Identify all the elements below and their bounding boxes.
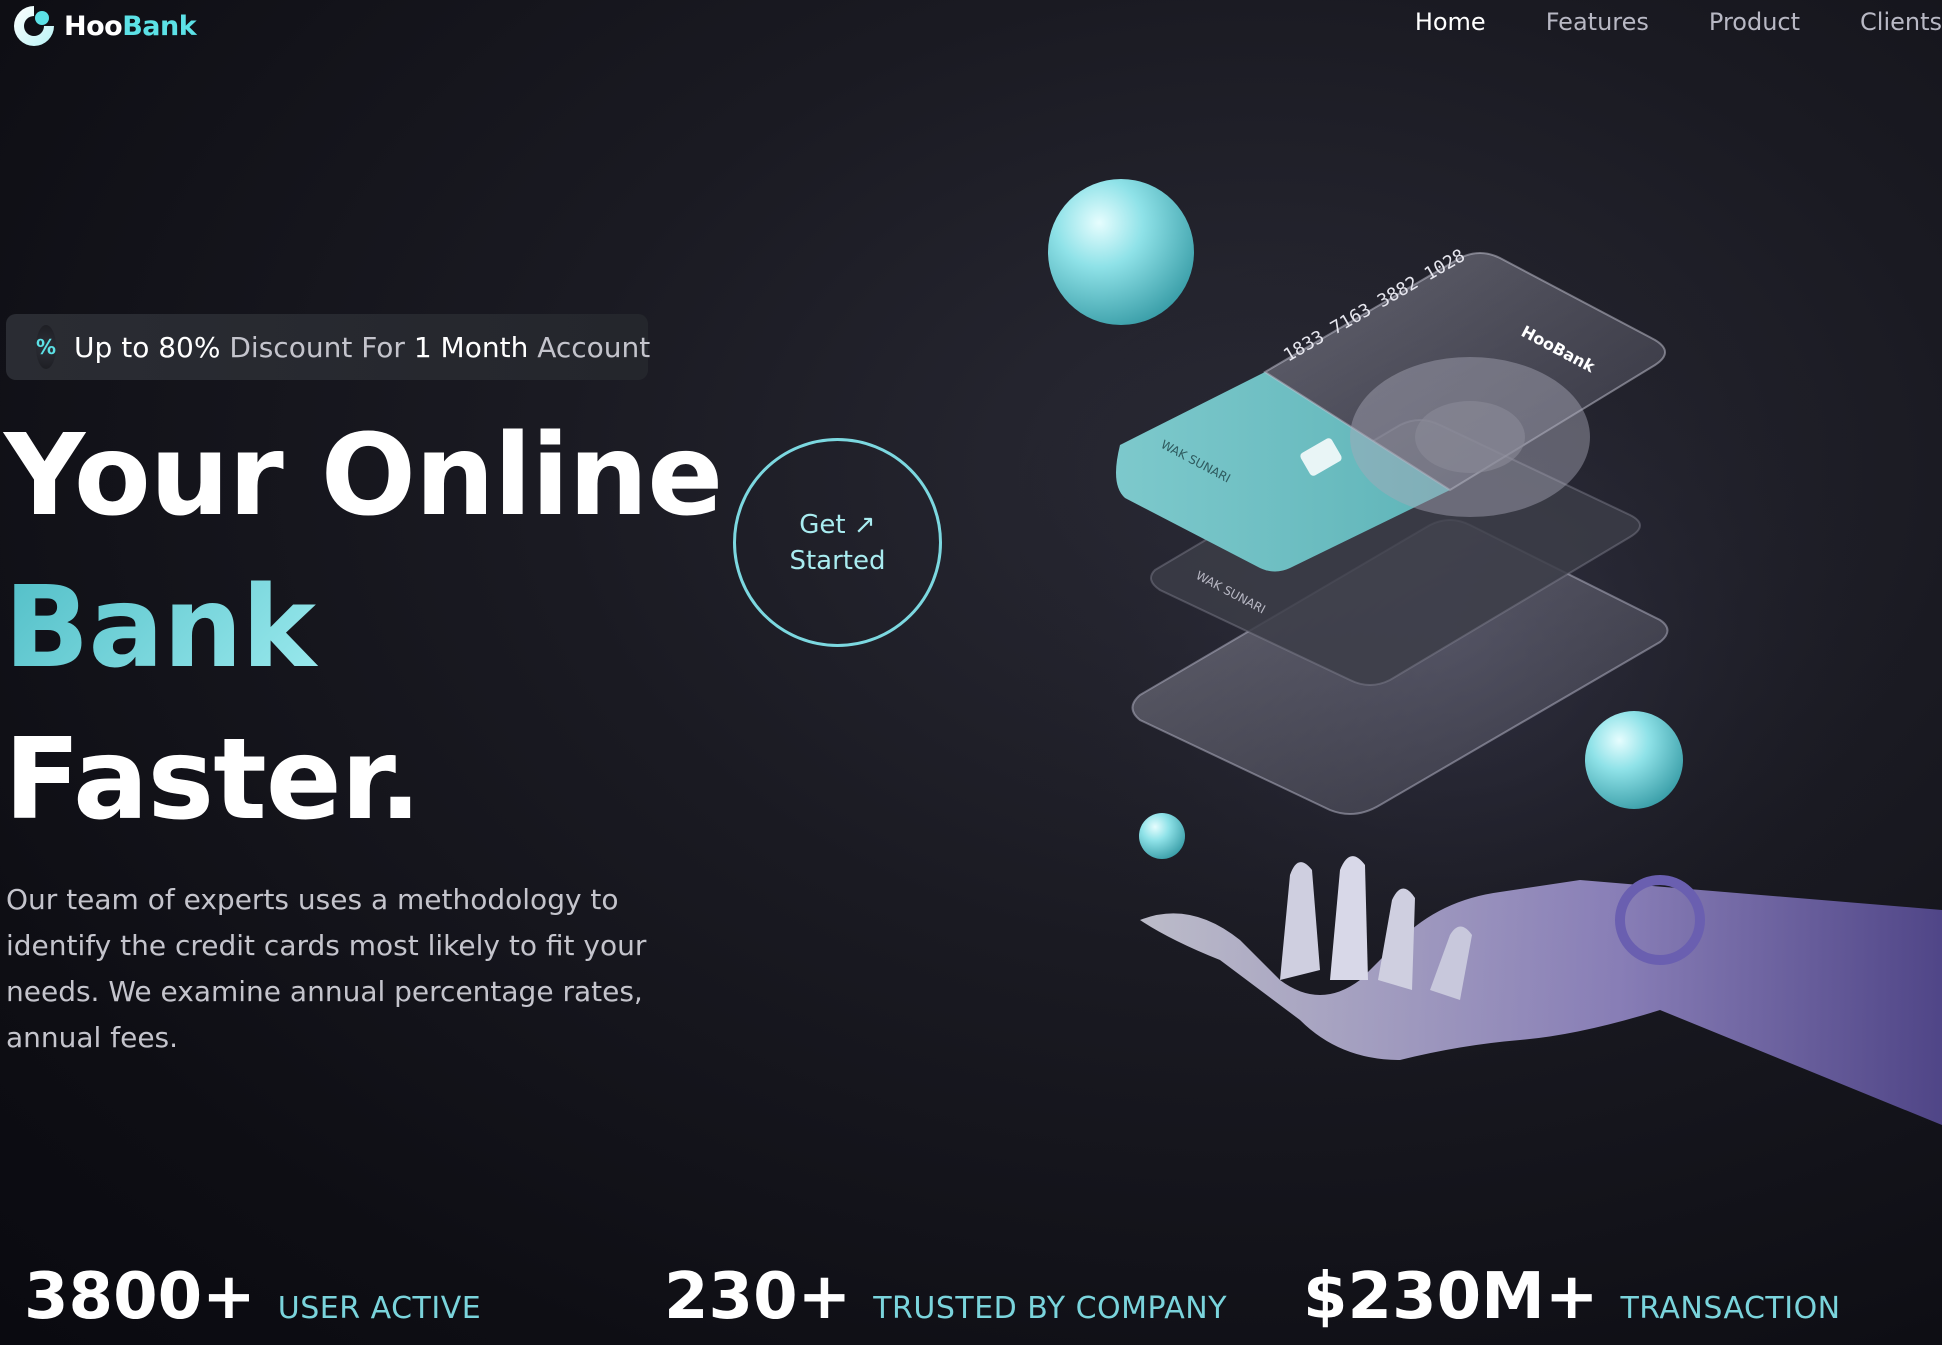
- stat-label: TRUSTED BY COMPANY: [873, 1291, 1228, 1326]
- stat-label: USER ACTIVE: [277, 1291, 482, 1326]
- headline-line-1: Your Online: [4, 411, 723, 541]
- cta-label-line-2: Started: [789, 545, 886, 576]
- sphere-small: [1139, 813, 1185, 859]
- sphere-medium: [1585, 711, 1683, 809]
- percent-icon: %: [36, 325, 57, 369]
- nav-menu: Home Features Product Clients: [1415, 8, 1942, 36]
- hoobank-logo-icon: [14, 6, 54, 46]
- hero-headline: Your Online Bank Faster.: [4, 400, 723, 856]
- arrow-up-right-icon: ↗: [853, 509, 876, 540]
- stat-value: 3800+: [24, 1260, 256, 1334]
- hero-illustration: WAK SUNARI 1833 7163 3882 1028 HooBank W…: [1020, 179, 1942, 1125]
- top-navbar: HooBank Home Features Product Clients: [0, 0, 1942, 60]
- discount-badge: % Up to 80% Discount For 1 Month Account: [6, 314, 651, 380]
- headline-line-2: Bank: [4, 552, 722, 704]
- get-started-button[interactable]: Get ↗ Started: [733, 438, 942, 647]
- stat-companies: 230+ TRUSTED BY COMPANY: [664, 1260, 1227, 1334]
- nav-home-link[interactable]: Home: [1415, 8, 1486, 36]
- cta-label-line-1: Get: [799, 509, 846, 540]
- stats-bar: 3800+ USER ACTIVE 230+ TRUSTED BY COMPAN…: [0, 1260, 1942, 1345]
- nav-features-link[interactable]: Features: [1546, 8, 1649, 36]
- sphere-large: [1048, 179, 1194, 325]
- hero-description: Our team of experts uses a methodology t…: [6, 883, 647, 1054]
- stat-label: TRANSACTION: [1620, 1291, 1841, 1326]
- stat-value: 230+: [664, 1260, 852, 1334]
- brand-logo[interactable]: HooBank: [10, 2, 197, 50]
- brand-name: HooBank: [64, 10, 197, 42]
- discount-text: Up to 80% Discount For 1 Month Account: [74, 330, 651, 364]
- stat-users: 3800+ USER ACTIVE: [24, 1260, 481, 1334]
- nav-product-link[interactable]: Product: [1709, 8, 1800, 36]
- stat-transactions: $230M+ TRANSACTION: [1303, 1260, 1841, 1334]
- nav-clients-link[interactable]: Clients: [1860, 8, 1942, 36]
- stat-value: $230M+: [1303, 1260, 1599, 1334]
- headline-line-3: Faster.: [4, 715, 422, 845]
